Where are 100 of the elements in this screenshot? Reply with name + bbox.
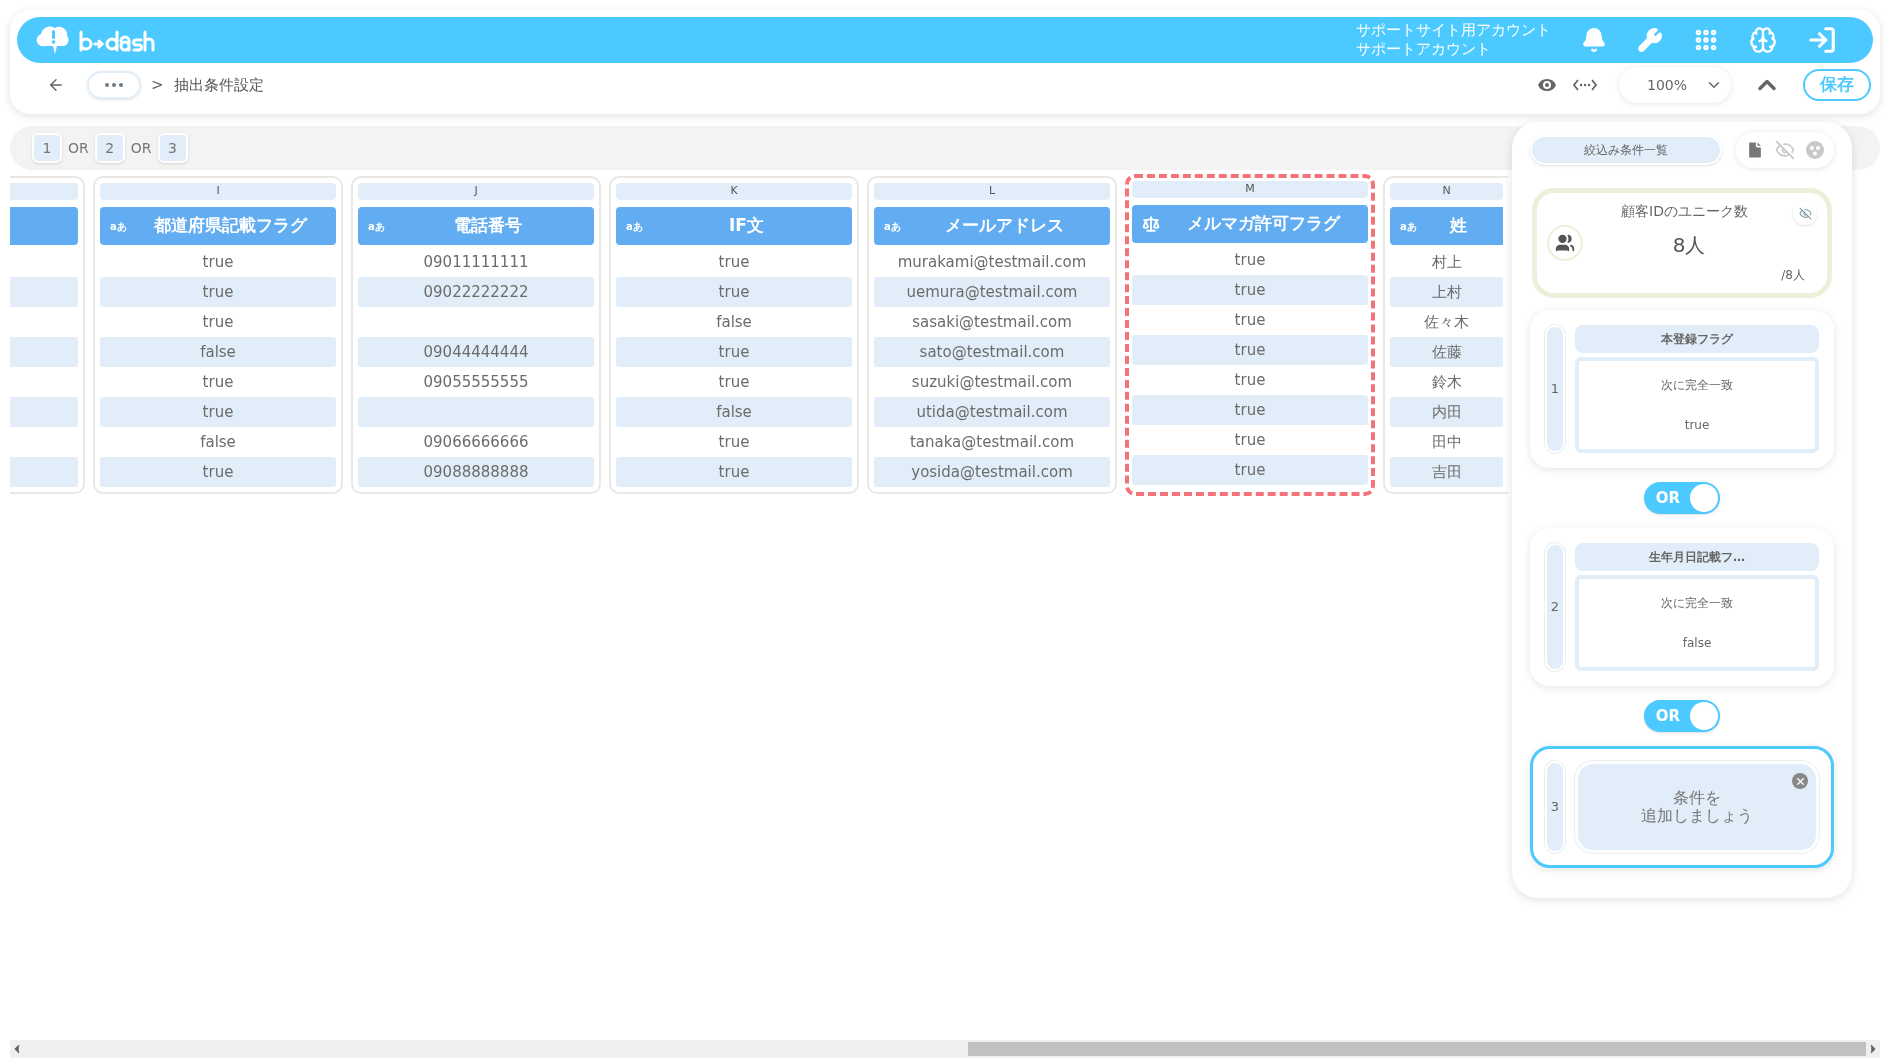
column-letter[interactable]: N <box>1390 183 1503 200</box>
brain-icon[interactable] <box>1749 26 1777 54</box>
group-operator: OR <box>130 138 152 158</box>
more-button[interactable] <box>87 71 141 99</box>
table-cell: true <box>616 457 852 487</box>
table-cell: 内田 <box>1390 397 1503 427</box>
column-header[interactable]: aあ 都道府県記載フラグ <box>100 207 336 245</box>
type-label: aあ <box>1400 219 1417 234</box>
group-chip[interactable]: 2 <box>94 133 125 163</box>
add-condition-area[interactable]: 条件を 追加しましょう <box>1575 761 1819 853</box>
column-letter[interactable]: M <box>1132 181 1368 198</box>
column-title: 都道府県記載フラグ <box>152 214 309 238</box>
table-cell-text: true <box>201 311 235 333</box>
table-cell-text: true <box>717 431 751 453</box>
hide-icon[interactable] <box>1775 140 1795 160</box>
panel-title[interactable]: 絞込み条件一覧 <box>1530 135 1722 165</box>
table-cell-text: true <box>717 371 751 393</box>
empty-cell <box>10 457 78 487</box>
empty-cell <box>10 277 78 307</box>
table-cell: true <box>100 397 336 427</box>
table-cell: true <box>100 277 336 307</box>
column-title: メルマガ許可フラグ <box>1185 212 1342 236</box>
table-cell: 09022222222 <box>358 277 594 307</box>
table-cell-text: 鈴木 <box>1430 371 1463 393</box>
column-header[interactable]: メルマガ許可フラグ <box>1132 205 1368 243</box>
back-icon[interactable] <box>47 76 65 94</box>
table-cell: false <box>100 337 336 367</box>
table-cell: true <box>100 457 336 487</box>
column-header[interactable]: aあ 電話番号 <box>358 207 594 245</box>
table-cell: true <box>1132 395 1368 425</box>
code-icon[interactable] <box>1573 78 1597 92</box>
table-cell-text: true <box>1233 309 1267 331</box>
close-icon[interactable] <box>1792 773 1808 789</box>
table-cell-text: true <box>1233 249 1267 271</box>
condition-number: 2 <box>1545 543 1565 671</box>
empty-cell <box>10 337 78 367</box>
table-cell: 上村 <box>1390 277 1503 307</box>
table-cell: true <box>1132 455 1368 485</box>
table-cell-text: 09055555555 <box>422 371 530 393</box>
condition-card[interactable]: 3 条件を 追加しましょう <box>1530 746 1834 868</box>
type-label: aあ <box>110 219 127 234</box>
group-chip[interactable]: 1 <box>32 133 62 163</box>
group-operator: OR <box>68 138 89 158</box>
table-cell-text: false <box>715 311 753 333</box>
table-cell: uemura@testmail.com <box>874 277 1110 307</box>
table-cell: true <box>1132 275 1368 305</box>
users-icon <box>1547 225 1583 261</box>
condition-field: 生年月日記載フ… <box>1575 543 1819 571</box>
wrench-icon[interactable] <box>1637 27 1663 53</box>
table-cell: true <box>616 337 852 367</box>
zoom-select[interactable]: 100% <box>1619 67 1731 103</box>
table-cell: sato@testmail.com <box>874 337 1110 367</box>
condition-value: true <box>1684 417 1710 434</box>
account-name: サポートアカウント <box>1356 40 1492 59</box>
type-label: aあ <box>884 219 901 234</box>
group-chip[interactable]: 3 <box>157 133 188 163</box>
table-cell-text: true <box>717 251 751 273</box>
ellipsis-icon <box>105 83 123 87</box>
type-label: aあ <box>368 219 385 234</box>
grid-icon[interactable] <box>1693 27 1719 53</box>
column-title: 電話番号 <box>453 214 524 238</box>
table-cell: true <box>1132 335 1368 365</box>
column-letter[interactable]: K <box>616 183 852 200</box>
hide-icon[interactable] <box>1793 201 1817 225</box>
column-letter[interactable]: L <box>874 183 1110 200</box>
type-label: aあ <box>626 219 643 234</box>
column-header[interactable]: aあ 姓 <box>1390 207 1503 245</box>
table-cell-text: 09066666666 <box>422 431 530 453</box>
condition-number: 1 <box>1545 325 1565 453</box>
table-cell-text: tanaka@testmail.com <box>908 431 1076 453</box>
table-cell: 09088888888 <box>358 457 594 487</box>
breadcrumb-item: 抽出条件設定 <box>173 74 264 96</box>
table-cell: 佐藤 <box>1390 337 1503 367</box>
summary-total: /8人 <box>1780 267 1805 284</box>
column-letter[interactable]: I <box>100 183 336 200</box>
table-cell-text: true <box>201 371 235 393</box>
table-cell-text: murakami@testmail.com <box>896 251 1088 273</box>
column-header[interactable]: aあ メールアドレス <box>874 207 1110 245</box>
condition-operator: 次に完全一致 <box>1661 377 1733 394</box>
condition-operator: 次に完全一致 <box>1661 595 1733 612</box>
scrollbar-thumb[interactable] <box>968 1042 1866 1056</box>
table-cell: false <box>616 397 852 427</box>
table-cell: utida@testmail.com <box>874 397 1110 427</box>
condition-value: false <box>1682 635 1712 652</box>
column-letter[interactable]: J <box>358 183 594 200</box>
sign-in-icon[interactable] <box>1807 25 1837 55</box>
condition-number: 3 <box>1545 761 1565 853</box>
table-cell-text: true <box>1233 369 1267 391</box>
column-title: メールアドレス <box>943 214 1065 238</box>
bell-icon[interactable] <box>1581 27 1607 53</box>
scale-icon <box>1142 215 1160 233</box>
circle-icon[interactable] <box>1805 140 1825 160</box>
column-title: 姓 <box>1448 214 1469 238</box>
condition-card[interactable]: 1 本登録フラグ 次に完全一致 true <box>1530 310 1834 468</box>
table-cell-text: sasaki@testmail.com <box>911 311 1073 333</box>
empty-cell <box>10 397 78 427</box>
table-cell-text: suzuki@testmail.com <box>910 371 1074 393</box>
condition-card[interactable]: 2 生年月日記載フ… 次に完全一致 false <box>1530 528 1834 686</box>
table-cell-text: true <box>1233 429 1267 451</box>
column-header[interactable]: aあ IF文 <box>616 207 852 245</box>
